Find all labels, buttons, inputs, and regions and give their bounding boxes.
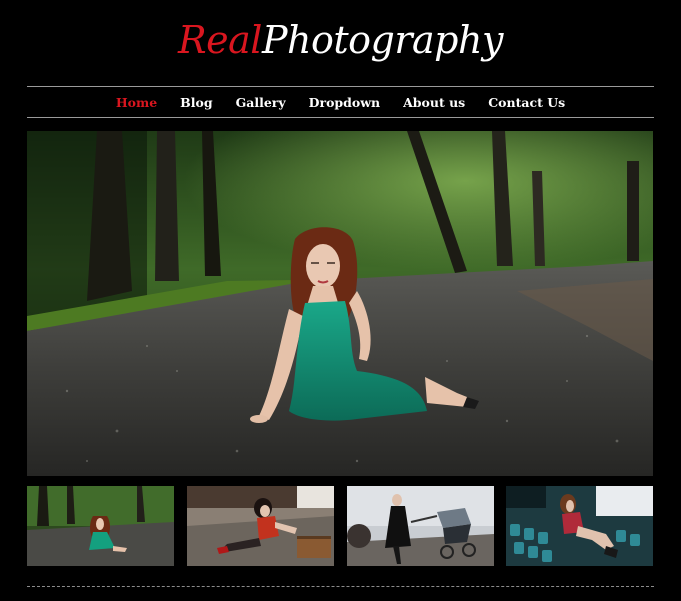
nav-item-gallery[interactable]: Gallery — [224, 95, 297, 110]
site-logo[interactable]: RealPhotography — [0, 12, 681, 68]
thumbnail-strip — [27, 486, 653, 566]
nav-bottom-divider — [27, 117, 654, 118]
hero-slideshow-image[interactable] — [27, 131, 653, 476]
thumbnail-1[interactable] — [27, 486, 174, 566]
thumbnail-4[interactable] — [506, 486, 653, 566]
thumbnail-2[interactable] — [187, 486, 334, 566]
nav-item-home[interactable]: Home — [104, 95, 168, 110]
nav-item-contact-us[interactable]: Contact Us — [477, 95, 577, 110]
nav-item-blog[interactable]: Blog — [169, 95, 224, 110]
logo-word-real: Real — [178, 18, 262, 62]
nav-item-about-us[interactable]: About us — [392, 95, 477, 110]
main-navigation: Home Blog Gallery Dropdown About us Cont… — [27, 87, 654, 117]
nav-item-dropdown[interactable]: Dropdown — [297, 95, 391, 110]
thumbnail-3[interactable] — [347, 486, 494, 566]
logo-word-photography: Photography — [261, 18, 503, 62]
footer-dashed-divider — [27, 586, 654, 587]
